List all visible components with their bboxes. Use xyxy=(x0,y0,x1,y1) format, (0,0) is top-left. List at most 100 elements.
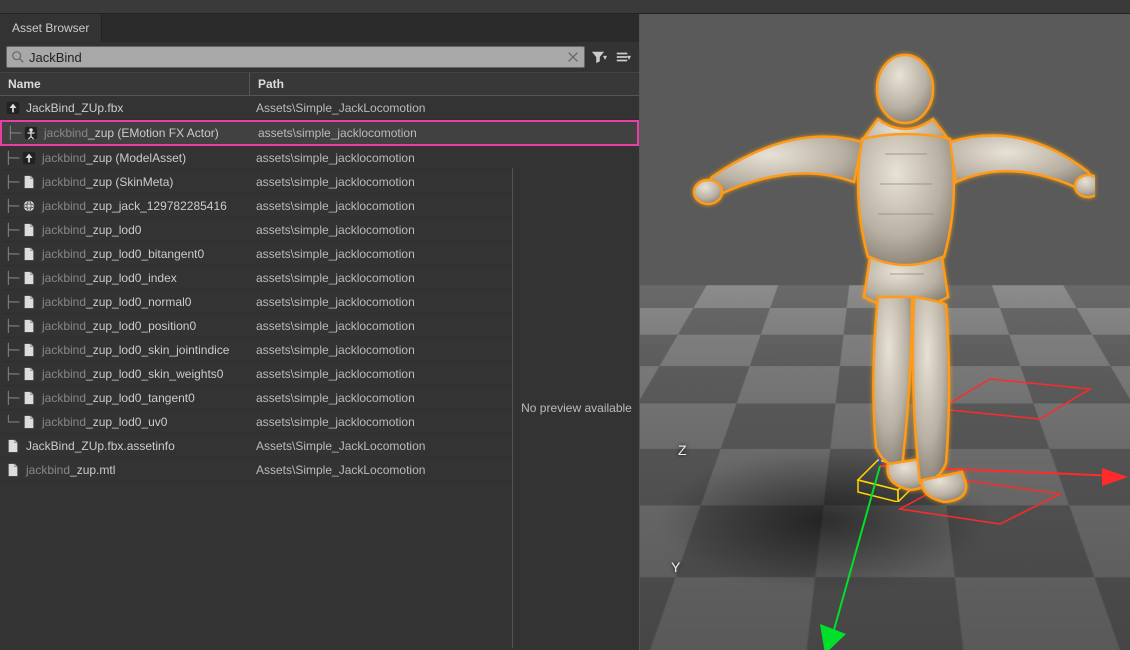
asset-name-prefix: jackbind xyxy=(42,295,86,309)
asset-name-label: _zup_lod0 xyxy=(86,223,141,237)
asset-name-prefix: jackbind xyxy=(42,175,86,189)
asset-name-prefix: jackbind xyxy=(42,271,86,285)
search-box[interactable] xyxy=(6,46,585,68)
tree-lines: ├─ xyxy=(4,362,20,386)
tree-lines: ├─ xyxy=(4,218,20,242)
search-icon xyxy=(11,50,25,64)
sphere-icon xyxy=(22,199,36,213)
asset-name-cell: └─jackbind_zup_lod0_uv0 xyxy=(0,410,250,434)
asset-name-cell: JackBind_ZUp.fbx xyxy=(0,96,250,120)
tree-lines: ├─ xyxy=(4,266,20,290)
asset-name-prefix: jackbind xyxy=(42,319,86,333)
asset-name-cell: ├─ jackbind_zup (SkinMeta) xyxy=(0,170,250,194)
search-input[interactable] xyxy=(29,50,566,65)
asset-name-label: JackBind_ZUp.fbx xyxy=(26,101,123,115)
axis-z-label: Z xyxy=(678,442,687,458)
asset-name-label: _zup_lod0_uv0 xyxy=(86,415,167,429)
viewport-3d[interactable]: Z Y xyxy=(640,14,1130,650)
character-shadow xyxy=(660,450,990,590)
asset-name-prefix: jackbind xyxy=(42,391,86,405)
document-icon xyxy=(22,391,36,405)
preview-pane: No preview available xyxy=(512,168,639,648)
window-titlebar xyxy=(0,0,1130,14)
asset-name-cell: ├─ jackbind_zup_lod0_index xyxy=(0,266,250,290)
document-icon xyxy=(6,463,20,477)
tree-lines: └─ xyxy=(4,410,20,434)
search-bar: ▾ ▾ xyxy=(0,42,639,73)
document-icon xyxy=(6,439,20,453)
asset-name-label: _zup (EMotion FX Actor) xyxy=(88,126,219,140)
document-icon xyxy=(22,175,36,189)
asset-name-cell: jackbind_zup.mtl xyxy=(0,458,250,482)
document-icon xyxy=(22,271,36,285)
asset-name-cell: JackBind_ZUp.fbx.assetinfo xyxy=(0,434,250,458)
clear-search-icon[interactable] xyxy=(566,50,580,64)
asset-name-cell: ├─jackbind_zup_lod0_skin_weights0 xyxy=(0,362,250,386)
asset-path-cell: assets\simple_jacklocomotion xyxy=(250,151,639,165)
asset-name-prefix: jackbind xyxy=(42,223,86,237)
asset-row[interactable]: ├─jackbind_zup (ModelAsset)assets\simple… xyxy=(0,146,639,170)
asset-browser-panel: Asset Browser ▾ ▾ Name Path JackBi xyxy=(0,14,640,650)
document-icon xyxy=(22,247,36,261)
document-icon xyxy=(22,415,36,429)
asset-name-prefix: jackbind xyxy=(42,247,86,261)
axis-y-label: Y xyxy=(671,559,680,575)
asset-name-prefix: jackbind xyxy=(44,126,88,140)
arrow-up-icon xyxy=(22,151,36,165)
asset-name-label: _zup_jack_129782285416 xyxy=(86,199,227,213)
main-split: Asset Browser ▾ ▾ Name Path JackBi xyxy=(0,14,1130,650)
column-header-path[interactable]: Path xyxy=(250,73,639,95)
arrow-up-icon xyxy=(6,101,20,115)
chevron-down-icon: ▾ xyxy=(627,53,631,62)
tree-lines: ├─ xyxy=(4,290,20,314)
asset-name-label: _zup_lod0_skin_jointindice xyxy=(86,343,229,357)
tab-asset-browser[interactable]: Asset Browser xyxy=(0,14,102,42)
tree-lines: ├─ xyxy=(4,194,20,218)
asset-row[interactable]: JackBind_ZUp.fbx Assets\Simple_JackLocomo… xyxy=(0,96,639,120)
asset-name-cell: ├─ jackbind_zup_lod0_tangent0 xyxy=(0,386,250,410)
asset-name-label: _zup (ModelAsset) xyxy=(86,151,186,165)
asset-name-prefix: jackbind xyxy=(42,199,86,213)
asset-name-label: _zup_lod0_bitangent0 xyxy=(86,247,204,261)
asset-name-label: _zup_lod0_position0 xyxy=(86,319,196,333)
columns-header: Name Path xyxy=(0,73,639,96)
asset-name-cell: ├─ jackbind_zup_lod0_bitangent0 xyxy=(0,242,250,266)
asset-name-cell: ├─ jackbind_zup_lod0_normal0 xyxy=(0,290,250,314)
asset-name-label: _zup (SkinMeta) xyxy=(86,175,173,189)
asset-name-label: _zup.mtl xyxy=(70,463,115,477)
chevron-down-icon: ▾ xyxy=(603,53,607,62)
tree-lines: ├─ xyxy=(4,242,20,266)
asset-name-prefix: jackbind xyxy=(42,151,86,165)
document-icon xyxy=(22,223,36,237)
tree-lines: ├─ xyxy=(4,170,20,194)
panel-tabbar: Asset Browser xyxy=(0,14,639,42)
filter-button[interactable]: ▾ xyxy=(589,47,609,67)
tree-lines: ├─ xyxy=(6,121,22,145)
document-icon xyxy=(22,343,36,357)
asset-name-label: _zup_lod0_tangent0 xyxy=(86,391,195,405)
column-header-name[interactable]: Name xyxy=(0,73,250,95)
document-icon xyxy=(22,367,36,381)
asset-name-cell: ├─jackbind_zup (ModelAsset) xyxy=(0,146,250,170)
view-options-button[interactable]: ▾ xyxy=(613,47,633,67)
asset-name-cell: ├─ jackbind_zup (EMotion FX Actor) xyxy=(2,121,252,145)
tree-lines: ├─ xyxy=(4,386,20,410)
asset-path-cell: Assets\Simple_JackLocomotion xyxy=(250,101,639,115)
asset-name-cell: ├─ jackbind_zup_jack_129782285416 xyxy=(0,194,250,218)
document-icon xyxy=(22,319,36,333)
asset-path-cell: assets\simple_jacklocomotion xyxy=(252,126,637,140)
asset-name-cell: ├─jackbind_zup_lod0_skin_jointindice xyxy=(0,338,250,362)
tree-lines: ├─ xyxy=(4,314,20,338)
preview-message: No preview available xyxy=(521,401,632,415)
document-icon xyxy=(22,295,36,309)
actor-icon xyxy=(24,126,38,140)
asset-name-cell: ├─ jackbind_zup_lod0_position0 xyxy=(0,314,250,338)
asset-name-label: _zup_lod0_index xyxy=(86,271,177,285)
asset-name-label: _zup_lod0_normal0 xyxy=(86,295,191,309)
asset-name-prefix: jackbind xyxy=(42,343,86,357)
asset-row[interactable]: ├─ jackbind_zup (EMotion FX Actor) assets\… xyxy=(0,120,639,146)
asset-name-label: _zup_lod0_skin_weights0 xyxy=(86,367,223,381)
asset-name-label: JackBind_ZUp.fbx.assetinfo xyxy=(26,439,175,453)
tab-label: Asset Browser xyxy=(12,21,89,35)
asset-name-prefix: jackbind xyxy=(26,463,70,477)
